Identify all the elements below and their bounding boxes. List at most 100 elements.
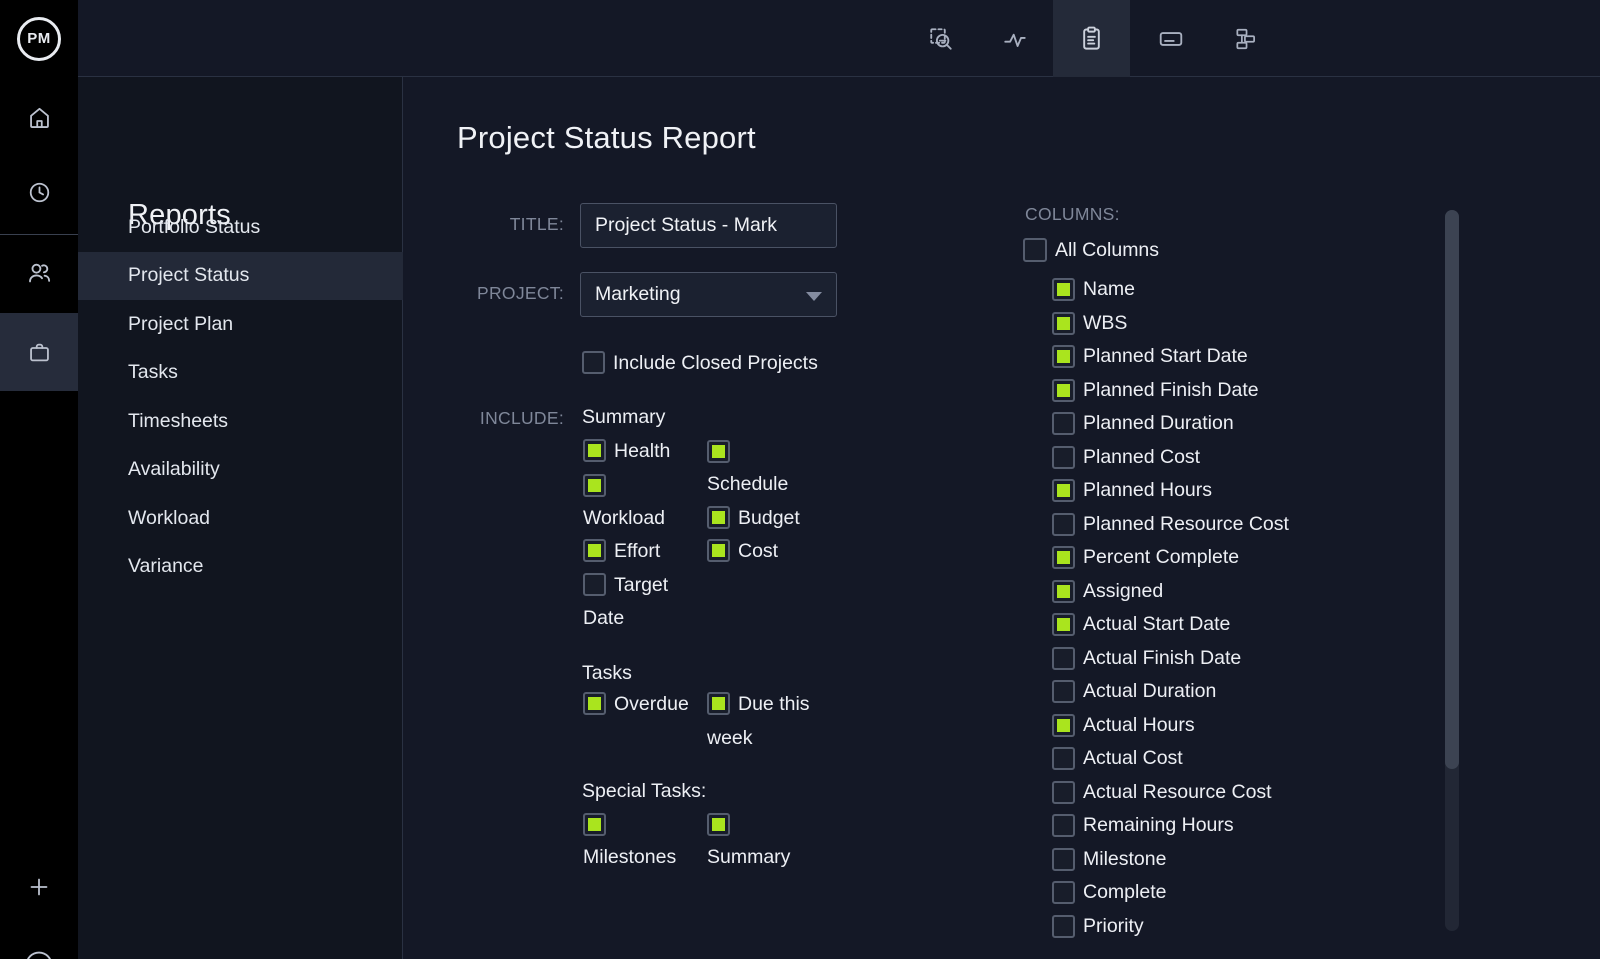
option-budget[interactable]: Budget (707, 502, 831, 536)
milestones-checkbox[interactable] (583, 813, 606, 836)
report-list: Portfolio Status Project Status Project … (78, 203, 403, 591)
gantt-tab[interactable] (1207, 0, 1284, 77)
column-option-percent-complete[interactable]: Percent Complete (1052, 541, 1412, 575)
report-item-portfolio-status[interactable]: Portfolio Status (78, 203, 403, 252)
rail-item-home[interactable] (0, 78, 78, 156)
rail-item-history[interactable] (0, 153, 78, 231)
report-item-workload[interactable]: Workload (78, 494, 403, 543)
app-logo[interactable]: PM (0, 0, 78, 77)
option-target-date[interactable]: Target Date (583, 569, 707, 636)
columns-scrollbar-thumb[interactable] (1445, 210, 1459, 769)
checkbox[interactable] (1052, 781, 1075, 804)
checkbox[interactable] (1052, 881, 1075, 904)
column-option-planned-duration[interactable]: Planned Duration (1052, 407, 1412, 441)
schedule-checkbox[interactable] (707, 440, 730, 463)
rail-item-help[interactable] (0, 926, 78, 959)
column-label: Planned Start Date (1083, 345, 1248, 368)
option-schedule[interactable]: Schedule (707, 440, 831, 502)
checkbox[interactable] (1052, 479, 1075, 502)
checkbox[interactable] (1052, 379, 1075, 402)
column-option-actual-resource-cost[interactable]: Actual Resource Cost (1052, 776, 1412, 810)
cost-checkbox[interactable] (707, 539, 730, 562)
gantt-icon (1233, 26, 1259, 52)
overdue-checkbox[interactable] (583, 692, 606, 715)
report-item-tasks[interactable]: Tasks (78, 349, 403, 398)
zoom-select-tab[interactable] (902, 0, 979, 77)
include-closed-label: Include Closed Projects (613, 352, 818, 374)
columns-scrollbar-track[interactable] (1445, 210, 1459, 931)
column-option-actual-duration[interactable]: Actual Duration (1052, 675, 1412, 709)
checkbox[interactable] (1052, 747, 1075, 770)
rail-item-add[interactable] (0, 848, 78, 926)
checkbox[interactable] (1052, 647, 1075, 670)
column-label: Assigned (1083, 580, 1163, 603)
column-label: Actual Start Date (1083, 613, 1230, 636)
column-option-assigned[interactable]: Assigned (1052, 575, 1412, 609)
checkbox[interactable] (1052, 312, 1075, 335)
all-columns-option[interactable]: All Columns (1023, 238, 1159, 262)
column-option-complete[interactable]: Complete (1052, 876, 1412, 910)
option-effort[interactable]: Effort (583, 535, 707, 569)
column-option-priority[interactable]: Priority (1052, 910, 1412, 944)
checkbox[interactable] (1052, 580, 1075, 603)
include-closed-projects-option[interactable]: Include Closed Projects (582, 347, 818, 381)
checkbox[interactable] (1052, 446, 1075, 469)
column-option-actual-cost[interactable]: Actual Cost (1052, 742, 1412, 776)
card-tab[interactable] (1132, 0, 1209, 77)
option-milestones[interactable]: Milestones (583, 813, 707, 875)
rail-item-team[interactable] (0, 234, 78, 312)
column-option-planned-resource-cost[interactable]: Planned Resource Cost (1052, 508, 1412, 542)
option-workload[interactable]: Workload (583, 474, 707, 536)
column-option-name[interactable]: Name (1052, 273, 1412, 307)
checkbox[interactable] (1052, 278, 1075, 301)
option-cost[interactable]: Cost (707, 535, 831, 569)
checkbox[interactable] (1052, 848, 1075, 871)
checkbox[interactable] (1052, 714, 1075, 737)
health-checkbox[interactable] (583, 439, 606, 462)
column-option-actual-start-date[interactable]: Actual Start Date (1052, 608, 1412, 642)
report-item-project-status[interactable]: Project Status (78, 252, 403, 301)
report-item-timesheets[interactable]: Timesheets (78, 397, 403, 446)
column-option-remaining-hours[interactable]: Remaining Hours (1052, 809, 1412, 843)
option-health[interactable]: Health (583, 435, 707, 469)
budget-checkbox[interactable] (707, 506, 730, 529)
column-label: Actual Resource Cost (1083, 781, 1272, 804)
all-columns-checkbox[interactable] (1023, 238, 1047, 262)
column-option-planned-hours[interactable]: Planned Hours (1052, 474, 1412, 508)
column-option-planned-start-date[interactable]: Planned Start Date (1052, 340, 1412, 374)
due-this-week-checkbox[interactable] (707, 692, 730, 715)
columns-list: Name WBS Planned Start Date Planned Fini… (1052, 273, 1412, 943)
checkbox[interactable] (1052, 915, 1075, 938)
option-overdue[interactable]: Overdue (583, 688, 707, 722)
project-select[interactable]: Marketing (580, 272, 837, 317)
checkbox[interactable] (1052, 680, 1075, 703)
rail-item-portfolio[interactable] (0, 313, 78, 391)
column-option-planned-finish-date[interactable]: Planned Finish Date (1052, 374, 1412, 408)
column-option-actual-hours[interactable]: Actual Hours (1052, 709, 1412, 743)
activity-pulse-tab[interactable] (976, 0, 1053, 77)
report-item-variance[interactable]: Variance (78, 543, 403, 592)
option-summary-special[interactable]: Summary (707, 813, 831, 875)
column-option-planned-cost[interactable]: Planned Cost (1052, 441, 1412, 475)
checkbox[interactable] (1052, 412, 1075, 435)
report-item-availability[interactable]: Availability (78, 446, 403, 495)
report-item-project-plan[interactable]: Project Plan (78, 300, 403, 349)
target-date-checkbox[interactable] (583, 573, 606, 596)
checkbox[interactable] (1052, 814, 1075, 837)
workload-checkbox[interactable] (583, 474, 606, 497)
include-closed-checkbox[interactable] (582, 351, 605, 374)
report-title-input[interactable] (580, 203, 837, 248)
effort-checkbox[interactable] (583, 539, 606, 562)
checkbox[interactable] (1052, 345, 1075, 368)
summary-checkbox[interactable] (707, 813, 730, 836)
report-clipboard-tab[interactable] (1053, 0, 1130, 77)
checkbox[interactable] (1052, 613, 1075, 636)
clock-icon (26, 179, 53, 206)
checkbox[interactable] (1052, 546, 1075, 569)
column-option-milestone[interactable]: Milestone (1052, 843, 1412, 877)
column-option-wbs[interactable]: WBS (1052, 307, 1412, 341)
project-select-value: Marketing (595, 283, 681, 306)
column-option-actual-finish-date[interactable]: Actual Finish Date (1052, 642, 1412, 676)
option-due-this-week[interactable]: Due this week (707, 688, 831, 755)
checkbox[interactable] (1052, 513, 1075, 536)
